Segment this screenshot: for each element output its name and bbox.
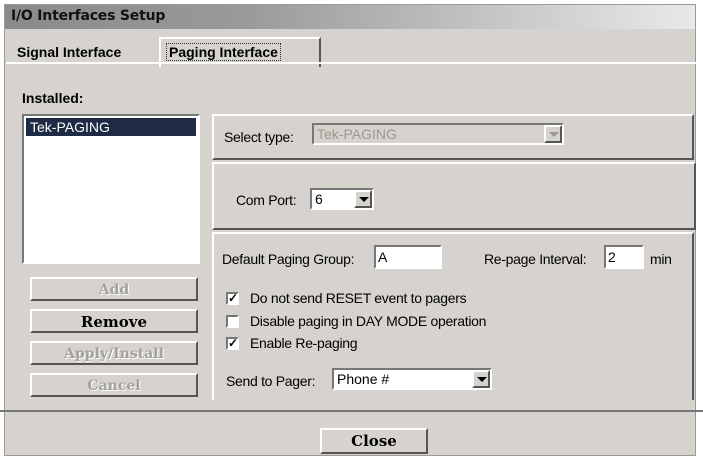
send-to-pager-label: Send to Pager: [226, 373, 316, 389]
com-port-value: 6 [315, 191, 323, 207]
chevron-down-icon[interactable] [354, 190, 372, 208]
installed-label: Installed: [22, 90, 84, 106]
default-paging-group-label: Default Paging Group: [222, 251, 355, 267]
send-to-pager-dropdown[interactable]: Phone # [332, 368, 492, 390]
chevron-down-icon[interactable] [472, 370, 490, 388]
reset-event-checkbox-label: Do not send RESET event to pagers [250, 290, 467, 306]
installed-list[interactable]: Tek-PAGING [22, 114, 200, 264]
bottom-separator [0, 410, 703, 412]
select-type-value: Tek-PAGING [317, 126, 397, 142]
reset-event-checkbox[interactable]: ✓ [226, 292, 239, 305]
day-mode-checkbox[interactable] [226, 315, 239, 328]
tab-paging-interface-label: Paging Interface [166, 43, 281, 61]
com-port-label: Com Port: [236, 192, 297, 208]
send-to-pager-value: Phone # [337, 371, 390, 387]
enable-repaging-checkbox[interactable]: ✓ [226, 337, 239, 350]
default-paging-group-field[interactable]: A [374, 245, 442, 269]
repage-interval-field[interactable]: 2 [604, 245, 644, 269]
close-button[interactable]: Close [320, 428, 428, 454]
title-bar[interactable]: I/O Interfaces Setup [5, 5, 695, 29]
repage-interval-unit: min [650, 251, 672, 267]
repage-interval-label: Re-page Interval: [484, 251, 587, 267]
remove-button[interactable]: Remove [30, 309, 198, 333]
chevron-down-icon[interactable] [544, 125, 562, 143]
day-mode-checkbox-label: Disable paging in DAY MODE operation [250, 313, 487, 329]
cancel-button[interactable]: Cancel [30, 373, 198, 397]
com-port-dropdown[interactable]: 6 [310, 188, 374, 210]
tab-panel-top-border [6, 62, 697, 64]
apply-install-button[interactable]: Apply/Install [30, 341, 198, 365]
select-type-label: Select type: [224, 129, 294, 145]
add-button[interactable]: Add [30, 277, 198, 301]
select-type-dropdown[interactable]: Tek-PAGING [312, 123, 564, 145]
window-title: I/O Interfaces Setup [11, 8, 166, 24]
enable-repaging-checkbox-label: Enable Re-paging [250, 335, 358, 351]
installed-list-item[interactable]: Tek-PAGING [26, 118, 196, 136]
